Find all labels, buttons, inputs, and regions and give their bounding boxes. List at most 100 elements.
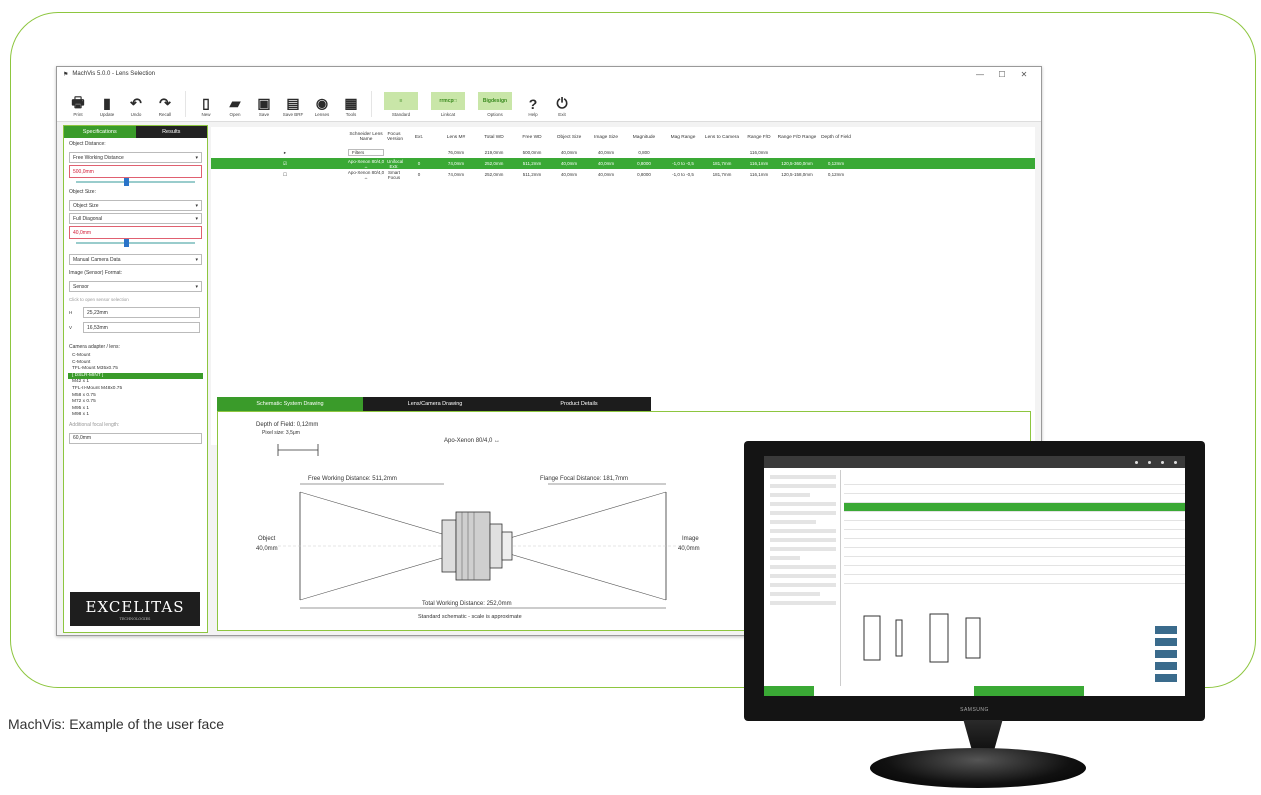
table-cell: 76,0mm [447,150,465,155]
column-header[interactable]: Depth of Field [817,135,855,140]
camera-data-select[interactable]: Manual Camera Data ▾ [69,254,202,265]
toolbar-button-tools[interactable]: ▦ Tools [340,95,362,117]
column-header[interactable]: Range F/D [741,135,777,140]
column-header[interactable]: Mag Range [663,135,703,140]
tab-schematic-drawing[interactable]: Schematic System Drawing [217,397,363,411]
sensor-width-input[interactable]: 25,23mm [83,307,200,318]
table-cell: 181,7mm [712,161,732,166]
column-header[interactable]: Total WD [475,135,513,140]
toolbar-button-options[interactable]: Bigdesign Options [475,92,515,117]
table-row[interactable]: ☑ Apo-Xenon 80/4,0 ↔ Unifocal Extr. 0 74,0mm… [211,158,1035,169]
column-header[interactable]: Free WD [513,135,551,140]
table-cell: Smart Focus [387,169,401,180]
toolbar-button-linkcat[interactable]: rrmcp□ Linkcat [428,92,468,117]
toolbar-button-open[interactable]: ▰ Open [224,95,246,117]
object-value: 40,0mm [256,546,278,552]
table-cell: 0,12mm [827,161,845,166]
row-checkbox[interactable]: ▸ [225,150,345,156]
chevron-down-icon: ▾ [195,283,198,290]
table-cell: 500,0mm [522,150,542,155]
help-icon: ? [528,95,538,112]
mount-option[interactable]: TFL-II-Mount M48x0.75 [64,386,207,393]
column-header[interactable]: Lens M# [437,135,475,140]
mount-option[interactable]: M72 x 0.75 [64,399,207,406]
distance-input[interactable]: 500,0mm [69,165,202,178]
table-cell: 40,0mm [597,161,615,166]
toolbar-label: Open [229,112,241,117]
table-row[interactable]: ☐ Apo-Xenon 80/4,0 ↔ Smart Focus 0 74,0mm 252… [211,169,1035,180]
toolbar-button-save[interactable]: ▣ Save [253,95,275,117]
focal-label: Additional focal length: [69,421,120,428]
toolbar-button-exit[interactable]: ⏻ Exit [551,95,573,117]
column-header[interactable]: Object Size [551,135,587,140]
table-cell: 0,800 [638,150,650,155]
camera-data-value: Manual Camera Data [73,256,121,263]
sensor-width-row: H 25,23mm [69,305,202,320]
distance-mode-select[interactable]: Free Working Distance ▾ [69,152,202,163]
column-header[interactable]: Focus Version [387,132,403,142]
toolbar-button-standard[interactable]: ≡ Standard [381,92,421,117]
mount-option[interactable]: M42 x 1 [64,379,207,386]
flange-focal-distance-label: Flange Focal Distance: 181,7mm [540,476,628,482]
screen-lens-drawings [863,613,981,663]
tab-product-details[interactable]: Product Details [507,397,651,411]
tab-lens-camera-drawing[interactable]: Lens/Camera Drawing [363,397,507,411]
column-header[interactable]: Ext. [401,135,437,140]
toolbar-button-update[interactable]: ▮ Update [96,95,118,117]
toolbar-button-save-brf[interactable]: ▤ Save BRF [282,95,304,117]
row-checkbox[interactable]: ☐ [225,172,345,178]
object-size-slider[interactable] [76,239,195,247]
toolbar: 🖶 Print ▮ Update ↶ Undo ↷ Recall ▯ New ▰ Open ▣ Save ▤… [57,81,1041,122]
sensor-height-input[interactable]: 16,53mm [83,322,200,333]
table-cell: 0 [417,161,421,166]
open-folder-icon: ▰ [229,95,241,111]
sensor-value: Sensor [73,283,89,290]
column-header[interactable]: Range F/D Range [777,135,817,140]
lens-icon [441,511,513,581]
mode-icon: Bigdesign [478,92,512,110]
screen-left-panel [766,470,841,690]
toolbar-button-print[interactable]: 🖶 Print [67,94,89,118]
object-size-mode-select[interactable]: Object Size ▾ [69,200,202,211]
column-header[interactable]: Lens to Camera [703,135,741,140]
monitor-stand [963,720,1003,750]
toolbar-label: Exit [558,112,566,117]
monitor: SAMSUNG [744,441,1205,721]
toolbar-button-help[interactable]: ? Help [522,95,544,118]
mount-option[interactable]: M98 x 1 [64,412,207,419]
toolbar-separator [371,91,372,117]
column-header[interactable]: Schneider Lens Name [345,132,387,142]
tab-results[interactable]: Results [135,126,207,138]
toolbar-button-undo[interactable]: ↶ Undo [125,95,147,117]
toolbar-button-new[interactable]: ▯ New [195,95,217,117]
tab-specifications[interactable]: Specifications [64,126,136,138]
slider-thumb[interactable] [123,178,129,186]
minimize-icon[interactable]: — [969,70,991,79]
toolbar-button-recall[interactable]: ↷ Recall [154,95,176,117]
column-header[interactable]: Image Size [587,135,625,140]
column-header[interactable]: Magnitude [625,135,663,140]
sensor-select[interactable]: Sensor ▾ [69,281,202,292]
distance-slider[interactable] [76,178,195,186]
exit-icon: ⏻ [556,95,568,111]
close-icon[interactable]: ✕ [1013,70,1035,79]
toolbar-button-lenses[interactable]: ◉ Lenses [311,95,333,117]
object-size-value: 40,0mm [73,229,92,236]
object-size-mode2-select[interactable]: Full Diagonal ▾ [69,213,202,224]
specifications-panel: Specifications Results Object Distance: … [63,125,208,633]
table-cell: 116,1mm [749,172,769,177]
object-size-input[interactable]: 40,0mm [69,226,202,239]
slider-thumb[interactable] [123,239,129,247]
redo-icon: ↷ [159,95,171,111]
focal-value: 60,0mm [73,435,92,442]
row-checkbox[interactable]: ☑ [225,161,345,167]
mount-option[interactable]: TFL-Mount M35x0.75 [64,366,207,373]
maximize-icon[interactable]: ☐ [991,70,1013,79]
toolbar-label: Help [528,112,538,117]
toolbar-separator [185,91,186,117]
table-cell: 0 [417,172,421,177]
table-cell: 40,0mm [560,150,578,155]
table-row[interactable]: ▸ Filters 76,0mm 219,0mm 500,0mm 40,0mm 40,0mm… [211,147,1035,158]
mount-option[interactable]: C-Mount [64,353,207,360]
focal-input[interactable]: 60,0mm [69,432,202,444]
